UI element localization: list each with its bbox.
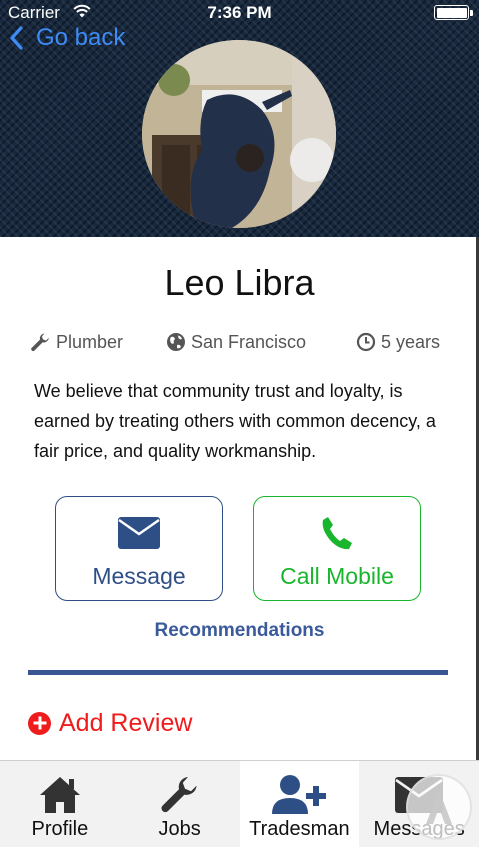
city-label: San Francisco xyxy=(191,331,307,352)
status-bar: Carrier 7:36 PM xyxy=(0,0,479,26)
wrench-icon xyxy=(161,777,197,813)
wrench-icon xyxy=(31,333,49,351)
add-review-label: Add Review xyxy=(59,708,193,737)
go-back-button[interactable]: Go back xyxy=(8,24,125,52)
status-time: 7:36 PM xyxy=(207,3,272,22)
globe-icon xyxy=(167,333,185,351)
tab-jobs[interactable]: Jobs xyxy=(120,761,240,847)
tradesman-name: Leo Libra xyxy=(164,262,315,303)
tradesman-bio: We believe that community trust and loya… xyxy=(34,381,436,461)
tab-tradesman-label: Tradesman xyxy=(249,818,350,840)
watermark-logo xyxy=(406,774,472,840)
message-button[interactable]: Message xyxy=(55,496,223,601)
recommendations-underline xyxy=(28,670,448,675)
experience-label: 5 years xyxy=(381,331,441,352)
battery-icon xyxy=(434,5,473,20)
add-user-icon xyxy=(272,775,327,814)
tab-profile[interactable]: Profile xyxy=(0,761,120,847)
tab-jobs-label: Jobs xyxy=(158,818,201,840)
trade-info: Plumber xyxy=(30,330,123,354)
home-icon xyxy=(39,777,80,813)
message-button-label: Message xyxy=(92,563,186,589)
call-mobile-button[interactable]: Call Mobile xyxy=(253,496,421,601)
envelope-icon xyxy=(118,517,160,549)
tab-profile-label: Profile xyxy=(31,818,89,840)
city-info: San Francisco xyxy=(166,330,306,354)
plus-circle-icon xyxy=(28,711,51,735)
go-back-label: Go back xyxy=(36,24,126,51)
trade-label: Plumber xyxy=(56,331,124,352)
phone-icon xyxy=(322,517,352,550)
profile-photo xyxy=(142,40,336,228)
recommendations-tab[interactable]: Recommendations xyxy=(0,620,479,642)
tab-tradesman[interactable]: Tradesman xyxy=(239,761,360,847)
call-button-label: Call Mobile xyxy=(280,563,394,589)
clock-icon xyxy=(356,332,376,352)
chevron-left-icon xyxy=(10,26,23,50)
experience-info: 5 years xyxy=(356,330,440,354)
add-review-button[interactable]: Add Review xyxy=(28,707,192,739)
profile-header: Carrier 7:36 PM Go back xyxy=(0,0,479,237)
